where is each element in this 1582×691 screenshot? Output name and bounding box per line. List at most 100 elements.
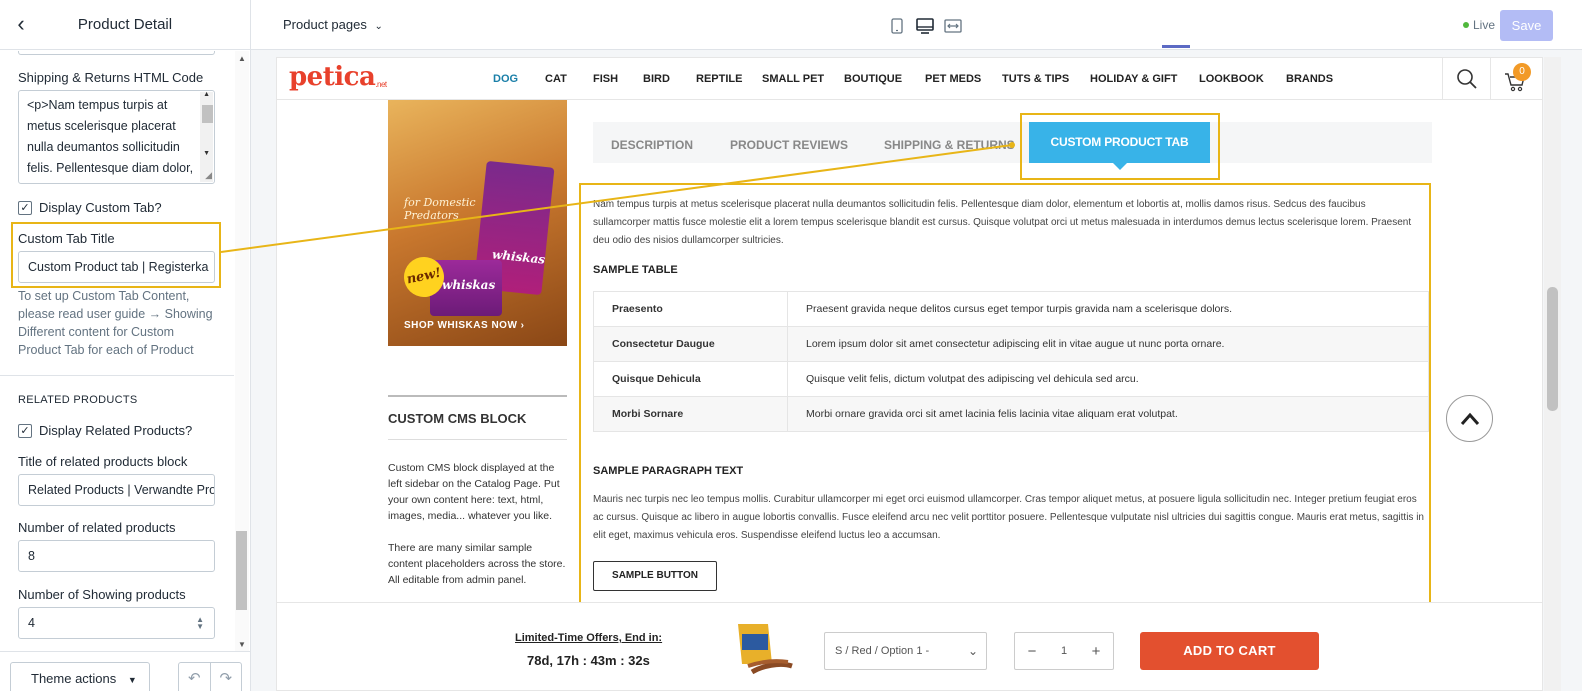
theme-editor-sidebar: ‹ Product Detail Shipping & Returns HTML… (0, 0, 251, 691)
cms-block-text: Custom CMS block displayed at the left s… (388, 462, 560, 522)
sample-paragraph-text: Mauris nec turpis nec leo tempus mollis.… (593, 494, 1424, 541)
custom-tab-help-text: To set up Custom Tab Content, please rea… (18, 289, 213, 357)
sidebar-scroll-up-icon[interactable]: ▲ (238, 54, 246, 63)
editor-topbar: Product pages ⌄ Live Save (251, 0, 1582, 50)
previous-field[interactable] (18, 51, 215, 55)
save-button[interactable]: Save (1500, 10, 1553, 41)
store-header: petica.net DOG CAT FISH BIRD REPTILE SMA… (277, 58, 1542, 100)
variant-value: S / Red / Option 1 - (835, 645, 930, 657)
store-logo[interactable]: petica.net (289, 62, 387, 92)
quantity-input[interactable] (1049, 645, 1079, 657)
custom-tab-highlight (1020, 113, 1220, 180)
variant-select[interactable]: S / Red / Option 1 - ⌄ (824, 632, 987, 670)
minus-icon[interactable]: − (1015, 643, 1049, 660)
store-preview: petica.net DOG CAT FISH BIRD REPTILE SMA… (276, 57, 1543, 691)
page-selector-dropdown[interactable]: Product pages ⌄ (283, 17, 383, 32)
table-value: Praesent gravida neque delitos cursus eg… (787, 291, 1429, 327)
display-custom-tab-checkbox[interactable]: ✓ (18, 201, 32, 215)
undo-icon[interactable]: ↶ (179, 663, 211, 691)
theme-actions-button[interactable]: Theme actions ▼ (10, 662, 150, 691)
tab-product-reviews[interactable]: PRODUCT REVIEWS (730, 138, 848, 152)
cms-divider (388, 395, 567, 397)
resize-grip-icon[interactable]: ◢ (205, 170, 212, 181)
tab-description-text: Nam tempus turpis at metus scelerisque p… (593, 199, 1412, 246)
custom-tab-title-input[interactable]: Custom Product tab | Registerka (18, 251, 215, 283)
display-related-checkbox[interactable]: ✓ (18, 424, 32, 438)
nav-item-tuts-tips[interactable]: TUTS & TIPS (1002, 73, 1069, 85)
table-key: Consectetur Daugue (593, 326, 788, 362)
shipping-code-textarea[interactable]: <p>Nam tempus turpis at metus scelerisqu… (18, 90, 215, 184)
section-divider (0, 375, 234, 376)
nav-item-dog[interactable]: DOG (493, 73, 518, 85)
whiskas-banner[interactable]: whiskas whiskas for Domestic Predators n… (388, 100, 567, 346)
tab-shipping-returns[interactable]: SHIPPING & RETURNS (884, 138, 1015, 152)
nav-item-boutique[interactable]: BOUTIQUE (844, 73, 902, 85)
logo-suffix: .net (375, 80, 387, 89)
related-count-label: Number of related products (18, 520, 176, 535)
live-dot-icon (1463, 22, 1469, 28)
fullwidth-view-icon[interactable] (943, 15, 963, 37)
table-row: Morbi Sornare Morbi ornare gravida orci s… (593, 396, 1429, 432)
product-tabs: DESCRIPTION PRODUCT REVIEWS SHIPPING & R… (593, 122, 1432, 163)
plus-icon[interactable]: + (1079, 643, 1113, 660)
theme-actions-label: Theme actions (31, 671, 117, 686)
search-button[interactable] (1442, 58, 1490, 100)
redo-icon[interactable]: ↷ (211, 663, 242, 691)
related-title-input[interactable]: Related Products | Verwandte Pro (18, 474, 215, 506)
showing-count-select[interactable]: 4 ▲ ▼ (18, 607, 215, 639)
textarea-scroll-thumb[interactable] (202, 105, 213, 123)
shipping-code-text: <p>Nam tempus turpis at metus scelerisqu… (27, 98, 194, 175)
nav-item-reptile[interactable]: REPTILE (696, 73, 742, 85)
sidebar-footer: Theme actions ▼ ↶ ↷ (0, 651, 250, 691)
desktop-view-icon[interactable] (915, 15, 935, 37)
sample-button[interactable]: SAMPLE BUTTON (593, 561, 717, 591)
nav-item-bird[interactable]: BIRD (643, 73, 670, 85)
chevron-up-icon (1460, 412, 1479, 425)
mobile-view-icon[interactable] (887, 15, 907, 37)
logo-text: petica (289, 62, 376, 92)
banner-cta[interactable]: SHOP WHISKAS NOW › (404, 320, 524, 331)
back-icon[interactable]: ‹ (10, 13, 32, 36)
related-products-heading: RELATED PRODUCTS (18, 394, 138, 406)
search-icon (1457, 69, 1477, 89)
cms-block-text-2: There are many similar sample content pl… (388, 542, 566, 586)
sample-table: Praesento Praesent gravida neque delitos … (593, 291, 1429, 432)
table-row: Consectetur Daugue Lorem ipsum dolor sit … (593, 326, 1429, 362)
sticky-add-to-cart-bar: Limited-Time Offers, End in: 78d, 17h : … (277, 602, 1542, 690)
scroll-down-icon[interactable]: ▼ (203, 150, 210, 157)
live-status: Live (1463, 18, 1495, 32)
related-count-input[interactable]: 8 (18, 540, 215, 572)
sidebar-scroll-thumb[interactable] (236, 531, 247, 610)
table-value: Morbi ornare gravida orci sit amet lacin… (787, 396, 1429, 432)
table-row: Praesento Praesent gravida neque delitos … (593, 291, 1429, 327)
caret-down-icon: ▼ (127, 675, 137, 685)
sidebar-scroll-down-icon[interactable]: ▼ (238, 640, 246, 649)
view-selected-indicator (1162, 45, 1190, 48)
nav-item-cat[interactable]: CAT (545, 73, 567, 85)
offer-label: Limited-Time Offers, End in: (515, 632, 663, 644)
shipping-code-label: Shipping & Returns HTML Code (18, 70, 204, 85)
chevron-down-icon: ⌄ (967, 644, 978, 658)
table-value: Lorem ipsum dolor sit amet consectetur a… (787, 326, 1429, 362)
chevron-down-icon: ⌄ (374, 21, 383, 32)
nav-item-brands[interactable]: BRANDS (1286, 73, 1333, 85)
add-to-cart-button[interactable]: ADD TO CART (1140, 632, 1319, 670)
showing-count-label: Number of Showing products (18, 587, 186, 602)
sidebar-header: ‹ Product Detail (0, 0, 250, 50)
nav-item-fish[interactable]: FISH (593, 73, 618, 85)
nav-item-lookbook[interactable]: LOOKBOOK (1199, 73, 1264, 85)
sample-paragraph-heading: SAMPLE PARAGRAPH TEXT (593, 465, 744, 477)
showing-count-value: 4 (28, 616, 35, 630)
select-arrows-icon: ▲ ▼ (196, 615, 204, 631)
preview-scroll-thumb[interactable] (1547, 287, 1558, 411)
product-thumbnail (732, 620, 796, 680)
undo-redo-group: ↶ ↷ (178, 662, 242, 691)
tab-description[interactable]: DESCRIPTION (611, 138, 693, 152)
scroll-up-icon[interactable]: ▲ (203, 91, 210, 98)
scroll-to-top-button[interactable] (1446, 395, 1493, 442)
live-label: Live (1473, 18, 1496, 32)
nav-item-small-pet[interactable]: SMALL PET (762, 73, 824, 85)
display-custom-tab-label: Display Custom Tab? (39, 200, 162, 215)
nav-item-holiday-gift[interactable]: HOLIDAY & GIFT (1090, 73, 1177, 85)
nav-item-pet-meds[interactable]: PET MEDS (925, 73, 981, 85)
